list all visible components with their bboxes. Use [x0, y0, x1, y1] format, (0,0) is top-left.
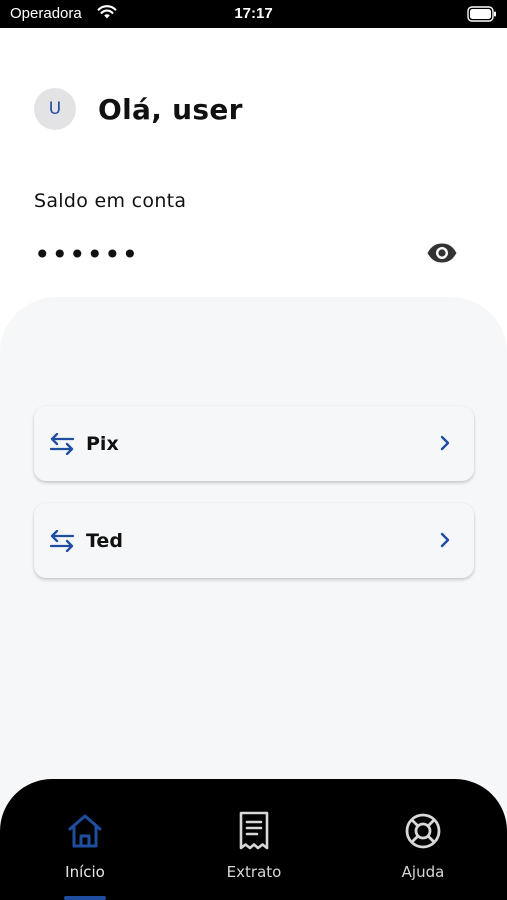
menu-item-label: Pix — [86, 432, 119, 455]
clock: 17:17 — [234, 5, 273, 22]
eye-icon — [426, 242, 458, 268]
receipt-icon — [194, 809, 314, 853]
active-tab-indicator — [64, 896, 106, 900]
bottom-nav: Início Extrato Ajuda — [0, 779, 507, 900]
menu-item-pix[interactable]: Pix — [34, 406, 474, 481]
toggle-balance-button[interactable] — [425, 240, 459, 270]
lifebuoy-icon — [363, 809, 483, 853]
menu-item-label: Ted — [86, 529, 123, 552]
nav-item-inicio[interactable]: Início — [25, 809, 145, 895]
balance-label: Saldo em conta — [34, 190, 187, 212]
nav-label: Extrato — [226, 863, 282, 881]
home-icon — [25, 809, 145, 853]
nav-label: Ajuda — [401, 863, 445, 881]
balance-value: •••••• — [34, 238, 140, 271]
greeting-row: U Olá, user — [34, 87, 243, 131]
chevron-right-icon — [438, 529, 452, 551]
avatar[interactable]: U — [34, 88, 76, 130]
nav-item-ajuda[interactable]: Ajuda — [363, 809, 483, 895]
chevron-right-icon — [438, 432, 452, 454]
transfer-arrows-icon — [48, 430, 76, 458]
menu-item-ted[interactable]: Ted — [34, 503, 474, 578]
nav-label: Início — [65, 863, 105, 881]
page-title: Olá, user — [98, 92, 243, 126]
transfer-arrows-icon — [48, 527, 76, 555]
status-bar: Operadora 17:17 — [0, 0, 507, 28]
nav-item-extrato[interactable]: Extrato — [194, 809, 314, 895]
battery-icon — [467, 6, 497, 26]
